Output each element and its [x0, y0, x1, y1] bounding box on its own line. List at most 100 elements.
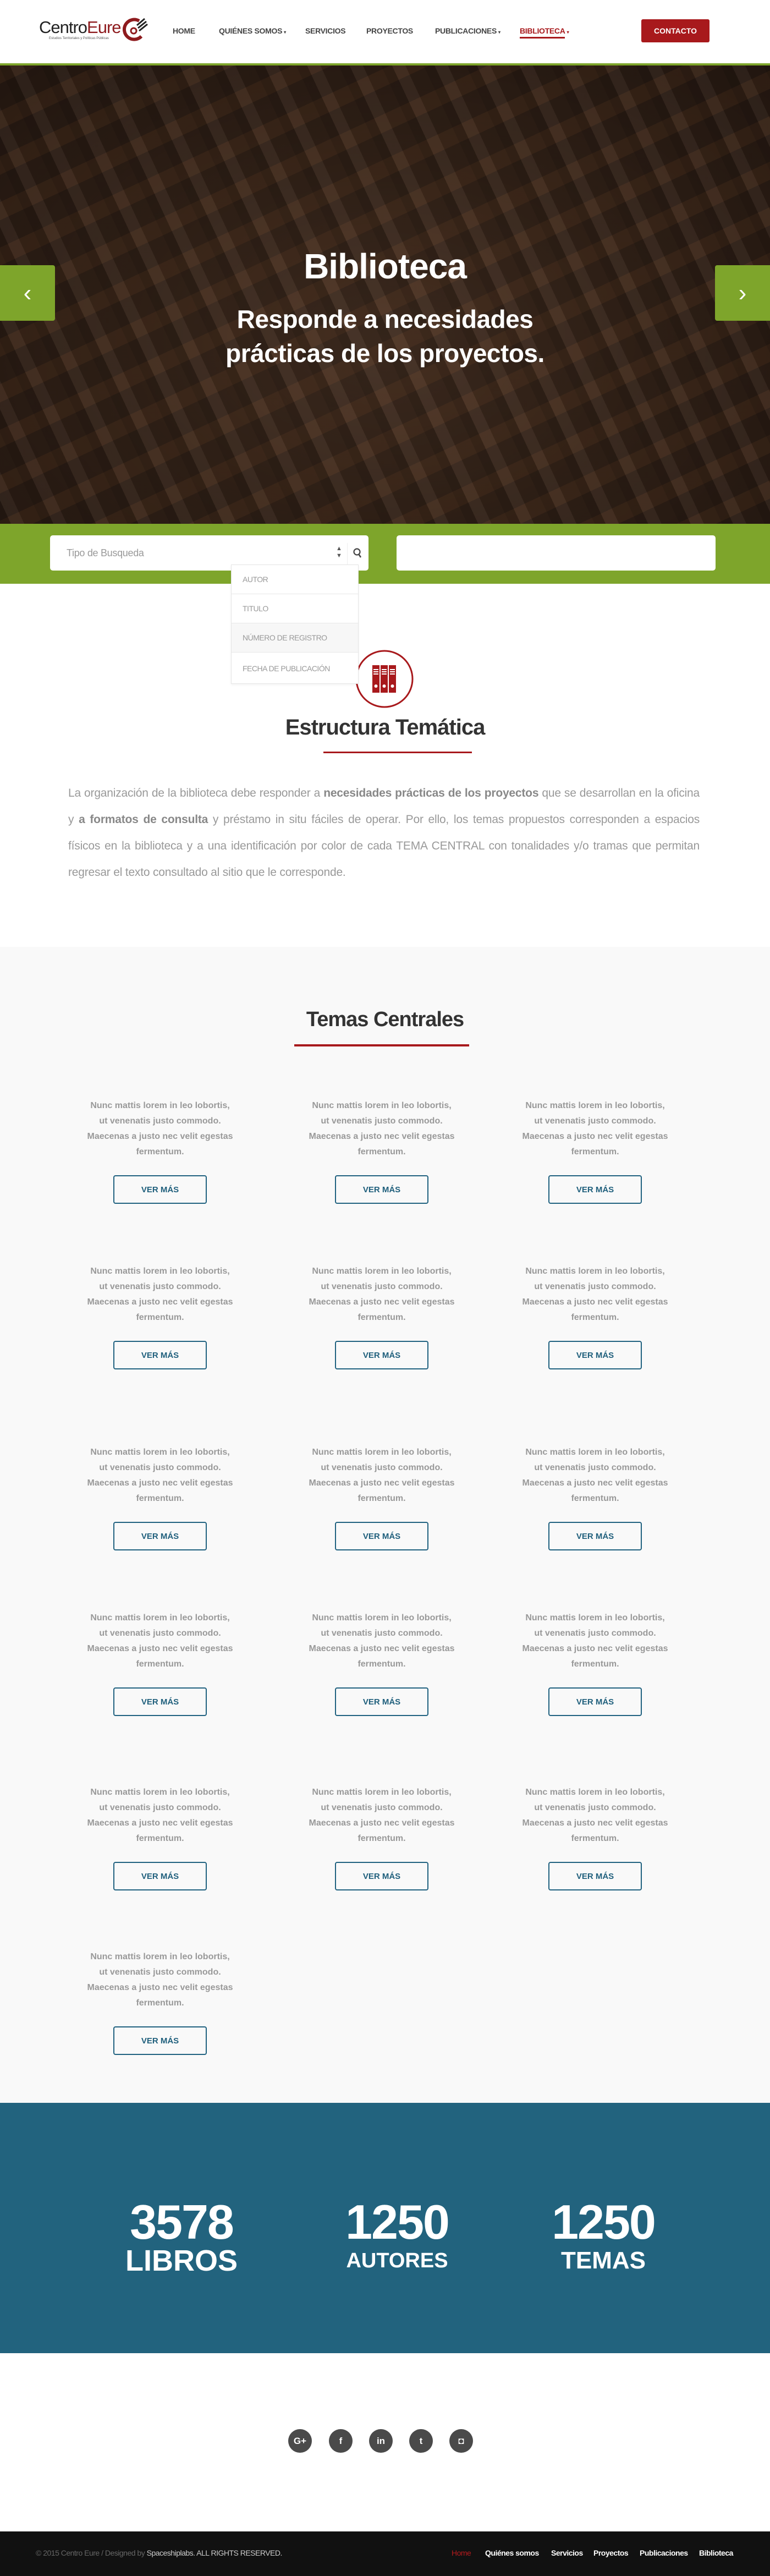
nav-quienes-somos[interactable]: QUIÉNES SOMOS ▾ — [219, 26, 286, 35]
tema-card-text: Nunc mattis lorem in leo lobortis, ut ve… — [87, 1448, 233, 1503]
stat-number: 3578 — [130, 2195, 234, 2249]
stats-section: 3578 LIBROS 1250 AUTORES 1250 TEMAS — [0, 2103, 770, 2353]
search-type-dropdown: AUTOR TITULO NÚMERO DE REGISTRO FECHA DE… — [231, 564, 359, 684]
tema-card-text: Nunc mattis lorem in leo lobortis, ut ve… — [87, 1952, 233, 2008]
tema-card-text: Nunc mattis lorem in leo lobortis, ut ve… — [522, 1788, 668, 1843]
bold-text: a formatos de consulta — [79, 813, 208, 826]
option-fecha-publicacion[interactable]: FECHA DE PUBLICACIÓN — [232, 653, 358, 684]
stat-libros: 3578 LIBROS — [99, 2195, 264, 2277]
stat-number: 1250 — [552, 2195, 656, 2249]
tema-card-text: Nunc mattis lorem in leo lobortis, ut ve… — [522, 1613, 668, 1669]
slider-prev-button[interactable]: ‹ — [0, 265, 55, 321]
tema-card: Nunc mattis lorem in leo lobortis, ut ve… — [299, 1264, 464, 1369]
tema-card-text: Nunc mattis lorem in leo lobortis, ut ve… — [309, 1267, 455, 1322]
nav-servicios[interactable]: SERVICIOS — [305, 26, 346, 35]
ver-mas-button[interactable]: VER MÁS — [548, 1522, 642, 1550]
ver-mas-button[interactable]: VER MÁS — [335, 1862, 428, 1890]
copyright-text: © 2015 Centro Eure / Designed by — [36, 2548, 147, 2557]
library-binders-icon — [355, 650, 414, 708]
caret-down-icon: ▾ — [284, 30, 286, 35]
tema-card-text: Nunc mattis lorem in leo lobortis, ut ve… — [309, 1788, 455, 1843]
logo[interactable]: CentroEure Estudios Territoriales y Polí… — [39, 17, 149, 43]
tema-card: Nunc mattis lorem in leo lobortis, ut ve… — [78, 1610, 243, 1716]
active-underline — [520, 37, 565, 39]
stat-autores: 1250 AUTORES — [315, 2197, 480, 2274]
logo-mark-icon — [123, 18, 148, 41]
stat-label: AUTORES — [346, 2249, 448, 2272]
footer-link-biblioteca[interactable]: Biblioteca — [699, 2548, 733, 2557]
nav-label: QUIÉNES SOMOS — [219, 26, 283, 35]
footer-link-servicios[interactable]: Servicios — [551, 2548, 583, 2557]
tema-card: Nunc mattis lorem in leo lobortis, ut ve… — [78, 1785, 243, 1890]
caret-down-icon: ▾ — [498, 30, 501, 35]
option-numero-registro[interactable]: NÚMERO DE REGISTRO — [232, 623, 358, 653]
divider — [347, 543, 348, 565]
tema-card: Nunc mattis lorem in leo lobortis, ut ve… — [78, 1949, 243, 2055]
nav-home[interactable]: HOME — [173, 26, 195, 35]
tema-card: Nunc mattis lorem in leo lobortis, ut ve… — [78, 1098, 243, 1204]
tema-card-text: Nunc mattis lorem in leo lobortis, ut ve… — [87, 1101, 233, 1157]
option-autor[interactable]: AUTOR — [232, 565, 358, 594]
ver-mas-button[interactable]: VER MÁS — [113, 1522, 207, 1550]
tema-card-text: Nunc mattis lorem in leo lobortis, ut ve… — [309, 1101, 455, 1157]
designer-link[interactable]: Spaceshiplabs. ALL RIGHTS RESERVED. — [147, 2548, 283, 2557]
instagram-icon[interactable]: ◘ — [449, 2429, 473, 2453]
ver-mas-button[interactable]: VER MÁS — [548, 1175, 642, 1204]
tema-card: Nunc mattis lorem in leo lobortis, ut ve… — [513, 1098, 678, 1204]
tema-card-text: Nunc mattis lorem in leo lobortis, ut ve… — [309, 1613, 455, 1669]
estructura-title: Estructura Temática — [285, 715, 486, 739]
footer-link-home[interactable]: Home — [452, 2548, 471, 2557]
footer-link-quienes-somos[interactable]: Quiénes somos — [485, 2548, 539, 2557]
ver-mas-button[interactable]: VER MÁS — [335, 1522, 428, 1550]
stat-label: LIBROS — [125, 2244, 238, 2277]
facebook-icon[interactable]: f — [329, 2429, 353, 2453]
ver-mas-button[interactable]: VER MÁS — [548, 1862, 642, 1890]
tema-card-text: Nunc mattis lorem in leo lobortis, ut ve… — [309, 1448, 455, 1503]
hero-slider: Biblioteca Responde a necesidades prácti… — [0, 65, 770, 524]
tema-card: Nunc mattis lorem in leo lobortis, ut ve… — [299, 1445, 464, 1550]
logo-centro: Centro — [39, 18, 87, 37]
google-plus-icon[interactable]: G+ — [288, 2429, 312, 2453]
temas-title: Temas Centrales — [306, 1008, 464, 1031]
twitter-icon[interactable]: t — [409, 2429, 433, 2453]
ver-mas-button[interactable]: VER MÁS — [335, 1687, 428, 1716]
nav-label: PUBLICACIONES — [435, 26, 497, 35]
search-text-input[interactable] — [397, 535, 716, 571]
tema-card: Nunc mattis lorem in leo lobortis, ut ve… — [299, 1610, 464, 1716]
linkedin-icon[interactable]: in — [369, 2429, 393, 2453]
slider-next-button[interactable]: › — [715, 265, 770, 321]
ver-mas-button[interactable]: VER MÁS — [113, 1687, 207, 1716]
select-arrows-icon: ▲ ▼ — [336, 545, 342, 559]
ver-mas-button[interactable]: VER MÁS — [548, 1341, 642, 1369]
ver-mas-button[interactable]: VER MÁS — [113, 2026, 207, 2055]
ver-mas-button[interactable]: VER MÁS — [548, 1687, 642, 1716]
ver-mas-button[interactable]: VER MÁS — [335, 1341, 428, 1369]
nav-label: HOME — [173, 26, 195, 35]
ver-mas-button[interactable]: VER MÁS — [335, 1175, 428, 1204]
ver-mas-button[interactable]: VER MÁS — [113, 1175, 207, 1204]
nav-publicaciones[interactable]: PUBLICACIONES ▾ — [435, 26, 501, 35]
bold-text: necesidades prácticas de los proyectos — [323, 787, 539, 799]
stat-label: TEMAS — [561, 2247, 646, 2274]
ver-mas-button[interactable]: VER MÁS — [113, 1862, 207, 1890]
tema-card: Nunc mattis lorem in leo lobortis, ut ve… — [513, 1785, 678, 1890]
copyright: © 2015 Centro Eure / Designed by Spacesh… — [36, 2548, 282, 2557]
tema-card: Nunc mattis lorem in leo lobortis, ut ve… — [513, 1610, 678, 1716]
search-type-placeholder: Tipo de Busqueda — [67, 547, 144, 558]
tema-card-text: Nunc mattis lorem in leo lobortis, ut ve… — [522, 1101, 668, 1157]
hero-subtitle-line: Responde a necesidades — [237, 305, 534, 333]
ver-mas-button[interactable]: VER MÁS — [113, 1341, 207, 1369]
tema-card-text: Nunc mattis lorem in leo lobortis, ut ve… — [87, 1613, 233, 1669]
tema-card-text: Nunc mattis lorem in leo lobortis, ut ve… — [87, 1267, 233, 1322]
tema-card: Nunc mattis lorem in leo lobortis, ut ve… — [78, 1445, 243, 1550]
site-footer: © 2015 Centro Eure / Designed by Spacesh… — [0, 2531, 770, 2576]
estructura-paragraph: La organización de la biblioteca debe re… — [68, 780, 700, 886]
logo-eure: Eure — [87, 18, 121, 37]
nav-biblioteca[interactable]: BIBLIOTECA ▾ — [520, 26, 569, 39]
search-icon[interactable] — [353, 547, 362, 558]
footer-link-publicaciones[interactable]: Publicaciones — [640, 2548, 688, 2557]
contact-button[interactable]: CONTACTO — [641, 19, 710, 42]
footer-link-proyectos[interactable]: Proyectos — [593, 2548, 629, 2557]
nav-proyectos[interactable]: PROYECTOS — [366, 26, 413, 35]
option-titulo[interactable]: TITULO — [232, 594, 358, 623]
